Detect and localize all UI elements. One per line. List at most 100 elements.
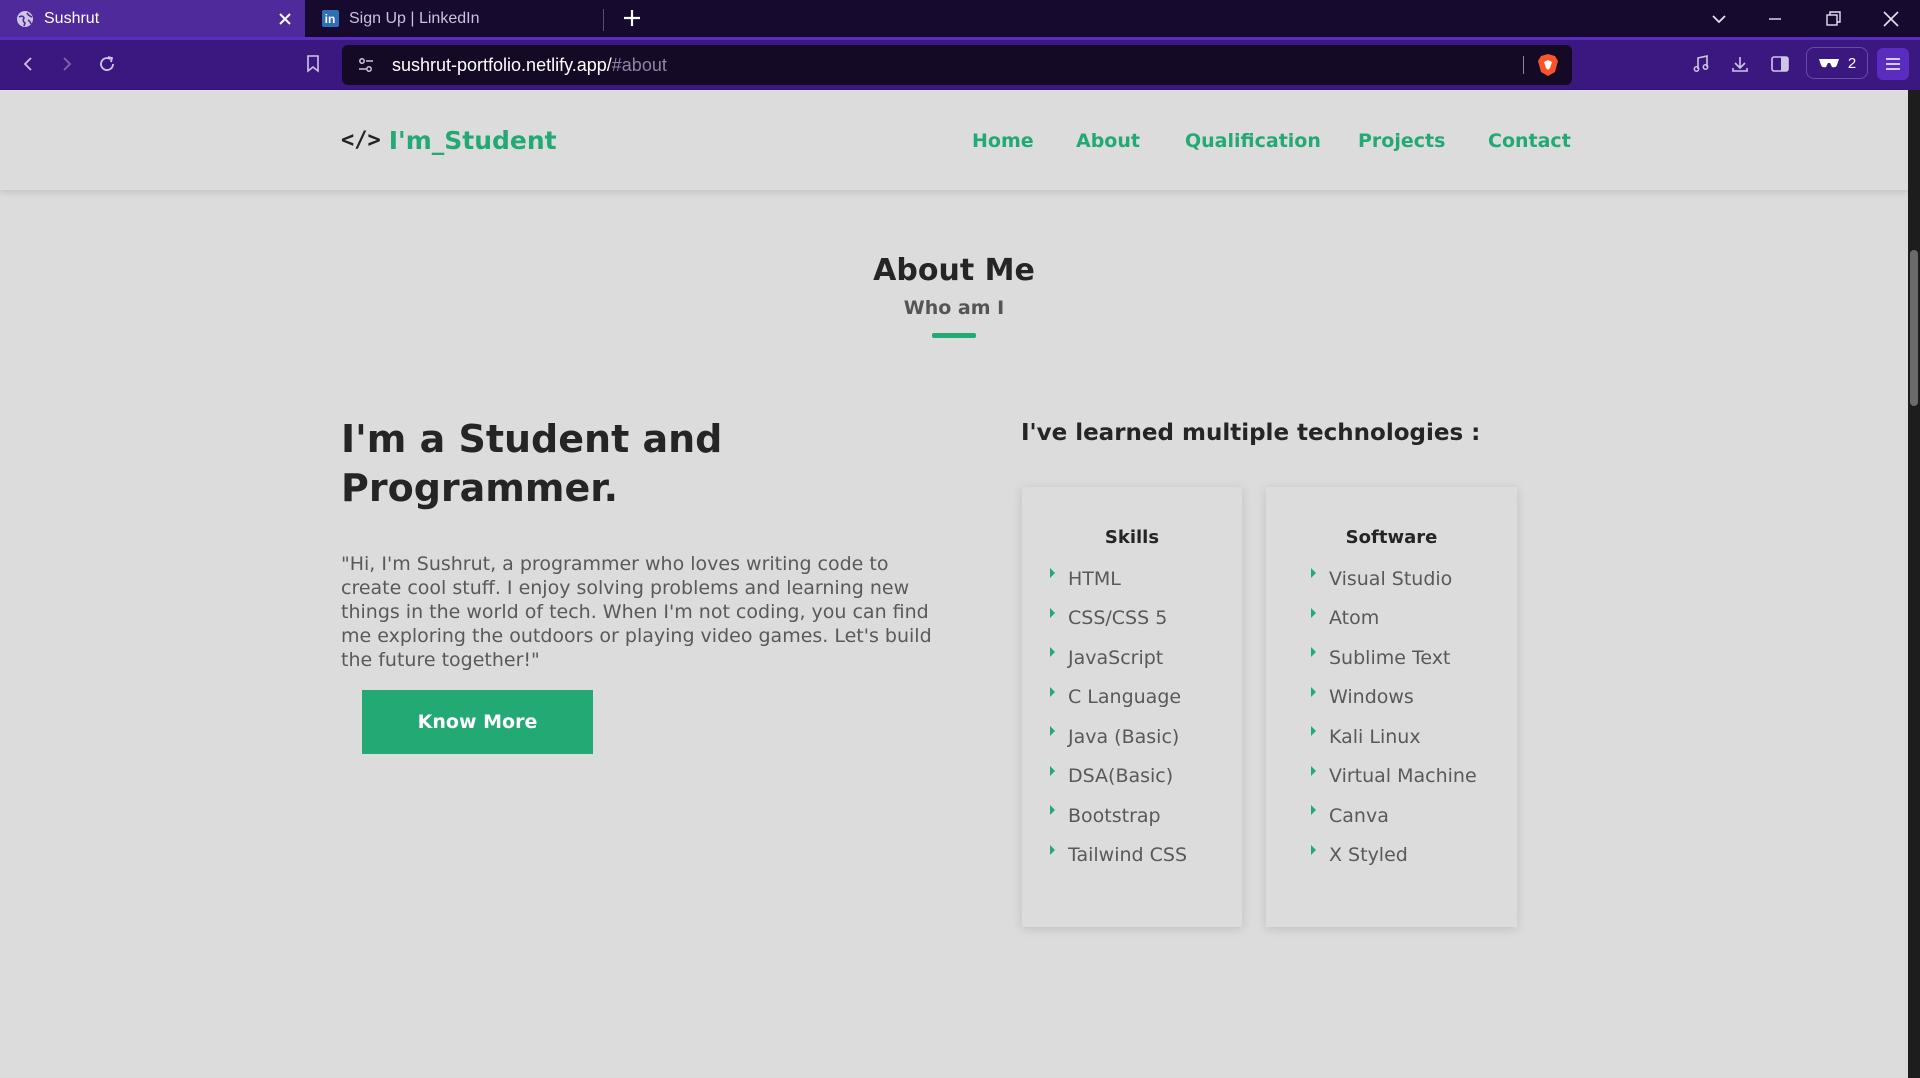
software-label: Canva bbox=[1329, 804, 1389, 827]
skills-title: Skills bbox=[1104, 527, 1160, 548]
caret-right-icon bbox=[1311, 647, 1316, 657]
sidebar-button[interactable] bbox=[1764, 48, 1796, 80]
tab-sushrut[interactable]: Sushrut bbox=[0, 0, 305, 37]
logo-text: I'm_Student bbox=[388, 126, 557, 155]
brave-shield-icon[interactable] bbox=[1537, 53, 1559, 81]
caret-right-icon bbox=[1050, 686, 1055, 697]
linkedin-icon: in bbox=[321, 10, 339, 28]
list-item: Canva bbox=[1311, 796, 1477, 836]
skills-list: HTML CSS/CSS 5 JavaScript C Language Jav… bbox=[1050, 559, 1187, 876]
title-underline bbox=[932, 333, 976, 338]
sidebar-icon bbox=[1771, 56, 1789, 72]
list-item: DSA(Basic) bbox=[1050, 757, 1187, 797]
caret-right-icon bbox=[1050, 647, 1055, 657]
skill-label: JavaScript bbox=[1068, 646, 1164, 669]
about-headline: I'm a Student and Programmer. bbox=[341, 415, 901, 513]
headline-line-2: Programmer. bbox=[341, 466, 619, 510]
glasses-icon bbox=[1818, 59, 1839, 68]
page-scrollbar[interactable] bbox=[1908, 90, 1920, 1078]
software-label: X Styled bbox=[1329, 844, 1408, 867]
software-label: Windows bbox=[1329, 686, 1414, 709]
caret-right-icon bbox=[1311, 607, 1316, 618]
chevron-down-icon bbox=[1712, 14, 1726, 23]
know-more-button[interactable]: Know More bbox=[362, 690, 593, 754]
minimize-icon bbox=[1769, 17, 1781, 20]
software-card: Software Visual Studio Atom Sublime Text… bbox=[1266, 487, 1517, 927]
headline-line-1: I'm a Student and bbox=[341, 417, 723, 461]
arrow-right-icon bbox=[63, 57, 72, 71]
wallet-count: 2 bbox=[1847, 54, 1857, 72]
software-label: Virtual Machine bbox=[1329, 765, 1477, 788]
caret-right-icon bbox=[1050, 726, 1055, 736]
caret-right-icon bbox=[1311, 726, 1316, 736]
scrollbar-thumb[interactable] bbox=[1910, 250, 1918, 406]
url-text[interactable]: sushrut-portfolio.netlify.app/#about bbox=[392, 55, 667, 76]
globe-icon bbox=[16, 10, 34, 28]
restore-button[interactable] bbox=[1808, 0, 1858, 37]
bookmark-button[interactable] bbox=[297, 48, 329, 80]
restore-icon bbox=[1825, 11, 1841, 26]
site-settings-icon[interactable] bbox=[357, 56, 375, 78]
skill-label: DSA(Basic) bbox=[1068, 765, 1174, 788]
list-item: Visual Studio bbox=[1311, 559, 1477, 599]
software-label: Kali Linux bbox=[1329, 725, 1421, 748]
list-item: Virtual Machine bbox=[1311, 757, 1477, 797]
tab-strip: Sushrut in Sign Up | LinkedIn bbox=[0, 0, 1920, 37]
url-hash: #about bbox=[611, 54, 667, 75]
nav-contact[interactable]: Contact bbox=[1488, 130, 1571, 152]
media-button[interactable] bbox=[1685, 48, 1717, 80]
list-item: C Language bbox=[1050, 678, 1187, 718]
download-icon bbox=[1732, 57, 1748, 72]
address-bar[interactable]: sushrut-portfolio.netlify.app/#about bbox=[342, 45, 1572, 85]
wallet-button[interactable]: 2 bbox=[1806, 47, 1868, 79]
list-item: Kali Linux bbox=[1311, 717, 1477, 757]
tab-search-button[interactable] bbox=[1694, 0, 1744, 37]
list-item: JavaScript bbox=[1050, 638, 1187, 678]
url-host: sushrut-portfolio.netlify.app/ bbox=[392, 54, 612, 75]
tab-divider bbox=[603, 9, 604, 31]
list-item: Java (Basic) bbox=[1050, 717, 1187, 757]
plus-icon bbox=[624, 10, 640, 26]
technologies-heading: I've learned multiple technologies : bbox=[1021, 420, 1481, 446]
downloads-button[interactable] bbox=[1724, 48, 1756, 80]
skill-label: C Language bbox=[1068, 686, 1182, 709]
skill-label: CSS/CSS 5 bbox=[1068, 607, 1168, 630]
caret-right-icon bbox=[1311, 765, 1316, 776]
nav-home[interactable]: Home bbox=[972, 130, 1034, 152]
nav-projects[interactable]: Projects bbox=[1358, 130, 1445, 152]
new-tab-button[interactable] bbox=[618, 3, 646, 33]
skill-label: HTML bbox=[1068, 567, 1121, 590]
software-label: Visual Studio bbox=[1329, 567, 1453, 590]
list-item: Sublime Text bbox=[1311, 638, 1477, 678]
browser-toolbar: sushrut-portfolio.netlify.app/#about 2 bbox=[0, 37, 1920, 90]
list-item: Windows bbox=[1311, 678, 1477, 718]
list-item: HTML bbox=[1050, 559, 1187, 599]
software-label: Sublime Text bbox=[1329, 646, 1451, 669]
minimize-button[interactable] bbox=[1750, 0, 1800, 37]
list-item: Bootstrap bbox=[1050, 796, 1187, 836]
back-button[interactable] bbox=[12, 48, 44, 80]
bookmark-icon bbox=[307, 55, 319, 73]
caret-right-icon bbox=[1050, 805, 1055, 815]
caret-right-icon bbox=[1050, 607, 1055, 618]
caret-right-icon bbox=[1311, 844, 1316, 855]
list-item: CSS/CSS 5 bbox=[1050, 599, 1187, 639]
close-icon[interactable] bbox=[275, 9, 295, 29]
arrow-left-icon bbox=[23, 57, 32, 71]
menu-button[interactable] bbox=[1877, 48, 1909, 80]
caret-right-icon bbox=[1311, 568, 1316, 578]
close-window-button[interactable] bbox=[1866, 0, 1916, 37]
tab-linkedin[interactable]: in Sign Up | LinkedIn bbox=[305, 0, 603, 37]
site-logo[interactable]: </> I'm_Student bbox=[341, 126, 557, 155]
about-intro: "Hi, I'm Sushrut, a programmer who loves… bbox=[341, 553, 932, 671]
list-item: Tailwind CSS bbox=[1050, 836, 1187, 876]
url-divider bbox=[1523, 56, 1524, 74]
software-title: Software bbox=[1345, 527, 1438, 548]
skill-label: Java (Basic) bbox=[1068, 725, 1180, 748]
section-subtitle: Who am I bbox=[903, 297, 1005, 319]
reload-button[interactable] bbox=[91, 48, 123, 80]
nav-qualification[interactable]: Qualification bbox=[1185, 130, 1321, 152]
nav-about[interactable]: About bbox=[1076, 130, 1140, 152]
list-item: X Styled bbox=[1311, 836, 1477, 876]
forward-button[interactable] bbox=[51, 48, 83, 80]
